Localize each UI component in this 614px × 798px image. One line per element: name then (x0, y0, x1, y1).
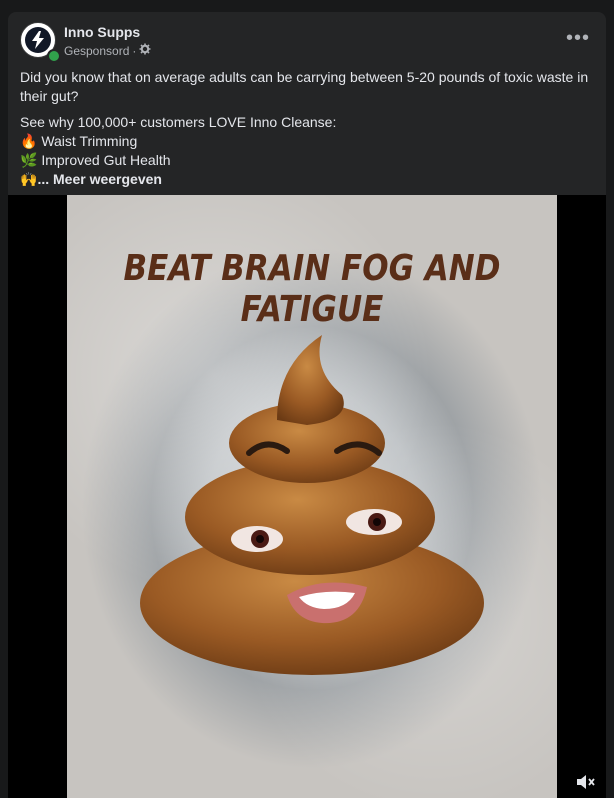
raised-hands-icon: 🙌 (20, 171, 38, 187)
post-text-line1: Did you know that on average adults can … (20, 69, 589, 104)
lightning-bolt-logo-icon (25, 27, 51, 53)
sponsored-label[interactable]: Gesponsord (64, 44, 129, 58)
bullet-waist: 🔥 Waist Trimming (20, 132, 594, 151)
post-text: Did you know that on average adults can … (20, 68, 594, 189)
sponsored-post: Inno Supps Gesponsord · ••• Did you know… (8, 12, 606, 798)
page-avatar[interactable] (20, 22, 61, 63)
bullet-gut: 🌿 Improved Gut Health (20, 151, 594, 170)
poop-emoji-character (140, 335, 484, 675)
bullet-text: Waist Trimming (41, 133, 138, 149)
bullet-more: 🙌... Meer weergeven (20, 170, 594, 189)
see-more-link[interactable]: ... Meer weergeven (37, 171, 162, 187)
video-player[interactable]: BEAT BRAIN FOG AND FATIGUE (8, 195, 606, 798)
herb-icon: 🌿 (20, 152, 38, 168)
post-text-line2: See why 100,000+ customers LOVE Inno Cle… (20, 114, 337, 130)
video-frame[interactable]: BEAT BRAIN FOG AND FATIGUE (67, 195, 557, 798)
online-status-indicator (47, 49, 61, 63)
separator: · (132, 43, 137, 58)
speaker-muted-icon[interactable] (574, 772, 598, 792)
video-headline: BEAT BRAIN FOG AND FATIGUE (123, 247, 501, 331)
post-header: Inno Supps Gesponsord · ••• (20, 22, 594, 63)
gear-icon (139, 43, 151, 58)
sponsored-line: Gesponsord · (64, 43, 151, 58)
page-name-link[interactable]: Inno Supps (64, 24, 140, 40)
fire-icon: 🔥 (20, 133, 38, 149)
more-options-icon[interactable]: ••• (562, 22, 594, 54)
bullet-text: Improved Gut Health (41, 152, 171, 168)
